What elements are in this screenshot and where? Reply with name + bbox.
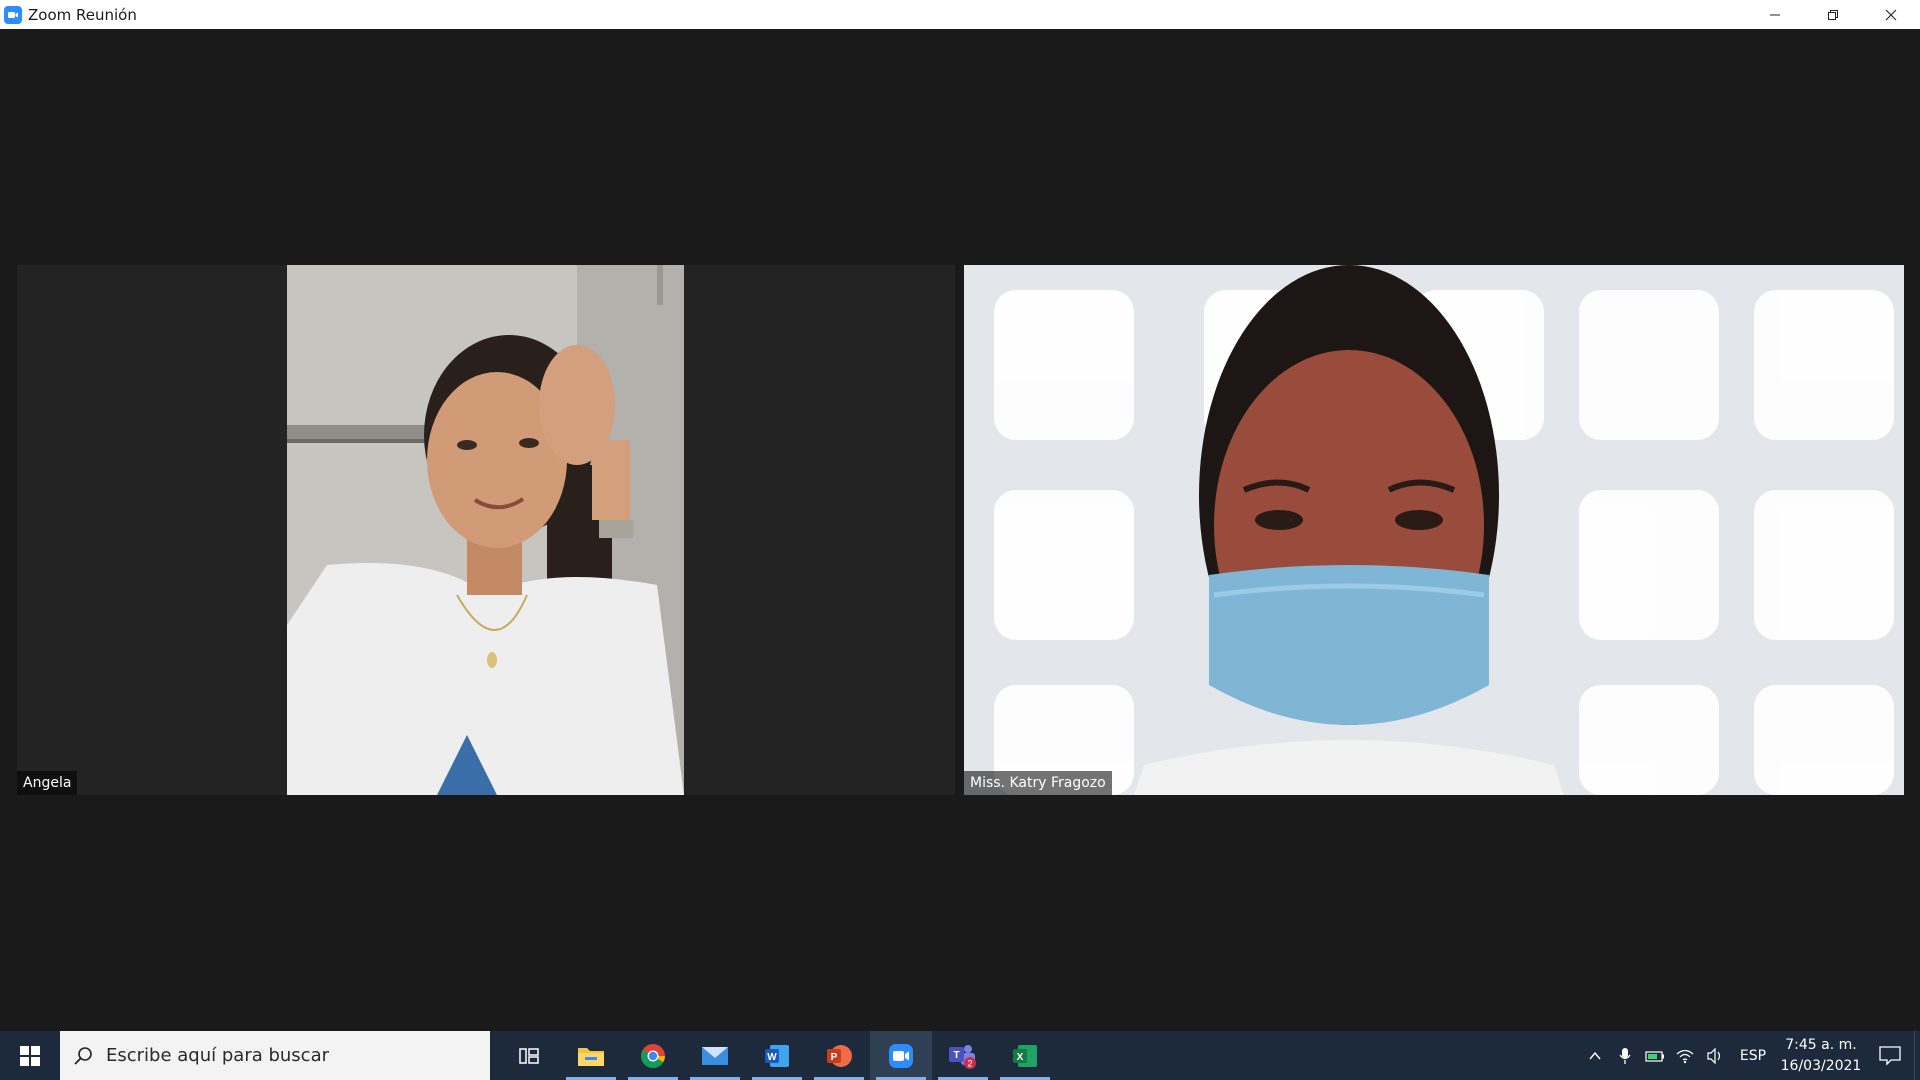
svg-text:X: X <box>1017 1052 1024 1063</box>
notification-icon <box>1879 1045 1901 1066</box>
minimize-button[interactable] <box>1746 0 1804 29</box>
task-view-icon <box>519 1047 539 1064</box>
excel-icon: X <box>1013 1044 1037 1067</box>
volume-tray-button[interactable] <box>1700 1031 1730 1080</box>
system-tray: ESP 7:45 a. m. 16/03/2021 <box>1580 1031 1920 1080</box>
battery-icon <box>1645 1050 1664 1062</box>
taskbar-search-box[interactable]: Escribe aquí para buscar <box>60 1031 490 1080</box>
zoom-app-icon <box>4 5 22 24</box>
participant-name-label: Miss. Katry Fragozo <box>964 771 1112 795</box>
start-button[interactable] <box>0 1031 60 1080</box>
clock-time: 7:45 a. m. <box>1785 1036 1857 1053</box>
chrome-button[interactable] <box>622 1031 684 1080</box>
search-icon <box>74 1046 92 1065</box>
svg-text:T: T <box>953 1050 959 1061</box>
meeting-gallery-view: Angela Miss. Katry Fragozo <box>0 29 1920 1031</box>
participant-video <box>287 265 684 795</box>
window-title: Zoom Reunión <box>28 5 137 24</box>
video-frame-person <box>964 265 1904 795</box>
file-explorer-icon <box>578 1047 604 1066</box>
volume-icon <box>1707 1047 1721 1064</box>
title-bar: Zoom Reunión <box>0 0 1920 29</box>
microphone-icon <box>1619 1047 1631 1064</box>
word-button[interactable]: W <box>746 1031 808 1080</box>
battery-tray-button[interactable] <box>1640 1031 1670 1080</box>
chevron-up-icon <box>1589 1051 1601 1059</box>
mail-button[interactable] <box>684 1031 746 1080</box>
excel-button[interactable]: X <box>994 1031 1056 1080</box>
svg-text:W: W <box>767 1052 777 1063</box>
file-explorer-button[interactable] <box>560 1031 622 1080</box>
participant-tile-angela[interactable]: Angela <box>17 265 955 795</box>
windows-logo-icon <box>20 1045 40 1066</box>
svg-text:P: P <box>831 1052 838 1063</box>
chrome-icon <box>641 1043 665 1068</box>
show-desktop-button[interactable] <box>1914 1031 1920 1080</box>
clock-date: 16/03/2021 <box>1780 1057 1862 1074</box>
teams-icon: T 2 <box>949 1044 976 1069</box>
powerpoint-icon: P <box>827 1044 852 1067</box>
teams-button[interactable]: T 2 <box>932 1031 994 1080</box>
mail-icon <box>702 1046 728 1065</box>
minimize-icon <box>1770 14 1780 15</box>
wifi-icon <box>1676 1049 1694 1063</box>
task-view-button[interactable] <box>498 1031 560 1080</box>
close-icon <box>1885 9 1897 20</box>
restore-button[interactable] <box>1804 0 1862 29</box>
teams-badge: 2 <box>967 1058 972 1068</box>
input-language-indicator[interactable]: ESP <box>1730 1048 1776 1064</box>
zoom-icon <box>889 1043 913 1068</box>
restore-icon <box>1828 9 1838 20</box>
participant-tile-katry-fragozo[interactable]: Miss. Katry Fragozo <box>964 265 1904 795</box>
search-placeholder: Escribe aquí para buscar <box>106 1045 330 1066</box>
participant-video <box>964 265 1904 795</box>
windows-taskbar: Escribe aquí para buscar W P T 2 X ESP 7… <box>0 1031 1920 1080</box>
network-tray-button[interactable] <box>1670 1031 1700 1080</box>
participant-name-label: Angela <box>17 771 78 795</box>
video-frame-person <box>287 265 684 795</box>
show-hidden-icons-button[interactable] <box>1580 1031 1610 1080</box>
microphone-tray-button[interactable] <box>1610 1031 1640 1080</box>
powerpoint-button[interactable]: P <box>808 1031 870 1080</box>
clock[interactable]: 7:45 a. m. 16/03/2021 <box>1776 1035 1866 1077</box>
action-center-button[interactable] <box>1866 1031 1914 1080</box>
zoom-button[interactable] <box>870 1031 932 1080</box>
close-button[interactable] <box>1862 0 1920 29</box>
word-icon: W <box>765 1044 789 1067</box>
